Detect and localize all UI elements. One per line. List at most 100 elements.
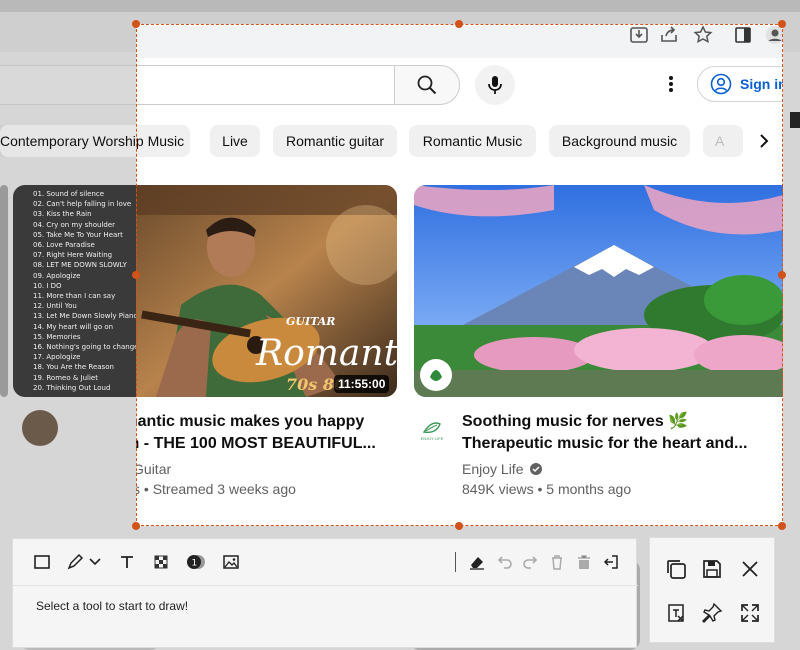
video-title-line2[interactable]: Therapeutic music for the heart and... (462, 433, 762, 455)
search-input[interactable] (136, 65, 397, 105)
save-icon[interactable] (699, 556, 725, 582)
text-tool-icon[interactable] (115, 550, 139, 574)
video-stats: 849K views • 5 months ago (462, 481, 632, 497)
chips-next-button[interactable] (746, 125, 782, 157)
playlist-track: 13. Let Me Down Slowly Piano (33, 312, 138, 321)
more-options-icon[interactable] (661, 72, 681, 96)
overlay-romantic-text: Romantic (255, 333, 397, 374)
delete-icon[interactable] (545, 550, 569, 574)
share-icon[interactable] (658, 24, 680, 46)
playlist-track: 19. Romeo & Juliet (33, 373, 98, 382)
video-title-text: Soothing music for nerves 🌿 (462, 413, 689, 430)
chip-label: A (715, 133, 725, 149)
left-thumbnail-dimmed (0, 185, 8, 397)
playlist-track: 04. Cry on my shoulder (33, 220, 115, 229)
pen-tool-icon[interactable] (63, 550, 87, 574)
redo-icon[interactable] (518, 550, 542, 574)
leaf-icon (422, 421, 441, 433)
chip-contemporary-worship-music[interactable]: Contemporary Worship Music (136, 125, 190, 157)
svg-text:1: 1 (192, 559, 198, 569)
video-thumbnail-romantic-guitar[interactable]: GUITAR Romantic 70s 80 (136, 185, 397, 397)
playlist-thumbnail[interactable]: 01. Sound of silence 02. Can't help falli… (13, 185, 145, 397)
channel-avatar-enjoy-life[interactable]: ENJOY LIFE (414, 412, 450, 448)
playlist-track: 20. Thinking Out Loud (33, 383, 111, 392)
playlist-track: 06. Love Paradise (33, 241, 95, 250)
playlist-track: 14. My heart will go on (33, 322, 114, 331)
chip-romantic-guitar[interactable]: Romantic guitar (273, 125, 397, 157)
download-icon[interactable] (628, 24, 650, 46)
clear-all-icon[interactable] (572, 550, 596, 574)
video-channel-name[interactable]: Enjoy Life (462, 459, 543, 479)
sign-in-label: Sign in (740, 76, 783, 92)
playlist-track: 09. Apologize (33, 271, 81, 280)
copy-icon[interactable] (663, 556, 689, 582)
resize-handle-top[interactable] (455, 20, 463, 28)
microphone-icon (485, 74, 505, 96)
playlist-track: 11. More than I can say (33, 292, 116, 301)
sign-in-button[interactable]: Sign in (697, 66, 783, 102)
capture-actions-panel (649, 537, 775, 643)
resize-handle-bottom-right[interactable] (778, 522, 786, 530)
resize-handle-left[interactable] (132, 271, 140, 279)
video-stats: 2.1M views • Streamed 3 weeks ago (136, 481, 296, 497)
video-title-line2[interactable]: and calm - THE 100 MOST BEAUTIFUL... (136, 433, 400, 455)
chip-label: Contemporary Worship Music (136, 133, 185, 149)
scan-text-icon[interactable] (663, 600, 689, 626)
chevron-right-icon (757, 133, 771, 149)
video-thumbnail-fuji[interactable] (414, 185, 783, 397)
resize-handle-bottom-left[interactable] (132, 522, 140, 530)
playlist-track: 01. Sound of silence (33, 190, 105, 198)
playlist-track: 10. I DO (33, 281, 62, 290)
image-tool-icon[interactable] (219, 550, 243, 574)
video-title-line1[interactable]: Soothing music for nerves 🌿 (462, 411, 762, 433)
resize-handle-top-left[interactable] (132, 20, 140, 28)
chip-label: Romantic Music (422, 133, 523, 149)
playlist-track: 17. Apologize (33, 353, 81, 362)
overlay-guitar-text: GUITAR (286, 315, 335, 328)
chevron-down-icon[interactable] (86, 550, 104, 574)
playlist-track: 03. Kiss the Rain (33, 210, 92, 219)
selection-region: Sign in Contemporary Worship Music Live … (136, 24, 783, 526)
video-title-line1[interactable]: This romantic music makes you happy (136, 411, 400, 433)
close-icon[interactable] (737, 556, 763, 582)
chip-partial[interactable]: A (703, 125, 743, 157)
bookmark-star-icon[interactable] (692, 24, 714, 46)
resize-handle-top-right[interactable] (778, 20, 786, 28)
playlist-track: 12. Until You (33, 302, 77, 311)
undo-icon[interactable] (493, 550, 517, 574)
pin-icon[interactable] (699, 600, 725, 626)
video-duration-badge: 11:55:00 (334, 375, 390, 393)
exit-draw-icon[interactable] (599, 550, 623, 574)
playlist-track-list: 01. Sound of silence 02. Can't help falli… (13, 185, 145, 393)
mosaic-tool-icon[interactable] (149, 550, 173, 574)
chip-background-music[interactable]: Background music (549, 125, 690, 157)
playlist-track: 07. Right Here Waiting (33, 251, 113, 260)
address-bar[interactable] (136, 26, 782, 58)
step-number-tool-icon[interactable]: 1 (184, 550, 208, 574)
chip-live[interactable]: Live (210, 125, 260, 157)
resize-handle-bottom[interactable] (455, 522, 463, 530)
video-title-text: This romantic music makes you happy (136, 413, 365, 430)
voice-search-button[interactable] (475, 65, 515, 105)
video-channel-name[interactable]: Romantic Guitar (136, 459, 171, 479)
playlist-track: 02. Can't help falling in love (33, 200, 132, 209)
toolbar-divider (455, 552, 456, 572)
video-title-text: and calm - THE 100 MOST BEAUTIFUL... (136, 435, 376, 452)
search-icon (416, 74, 438, 96)
search-input-dimmed (0, 65, 137, 105)
verified-check-icon (529, 462, 543, 476)
rectangle-tool-icon[interactable] (30, 550, 54, 574)
draw-toolbar: 1 Select a tool to start to draw! (12, 538, 638, 648)
channel-name-text: Enjoy Life (462, 461, 524, 477)
chip-label: Background music (561, 133, 678, 149)
channel-avatar-romantic-guitar[interactable] (22, 410, 58, 446)
chip-romantic-music[interactable]: Romantic Music (409, 125, 536, 157)
search-button[interactable] (394, 65, 460, 105)
side-panel-icon[interactable] (732, 24, 754, 46)
draw-toolbar-hint: Select a tool to start to draw! (36, 599, 189, 613)
playlist-track: 15. Memories (33, 332, 81, 341)
account-circle-icon (710, 73, 732, 95)
resize-handle-right[interactable] (778, 271, 786, 279)
eraser-icon[interactable] (465, 550, 489, 574)
fullscreen-icon[interactable] (737, 600, 763, 626)
